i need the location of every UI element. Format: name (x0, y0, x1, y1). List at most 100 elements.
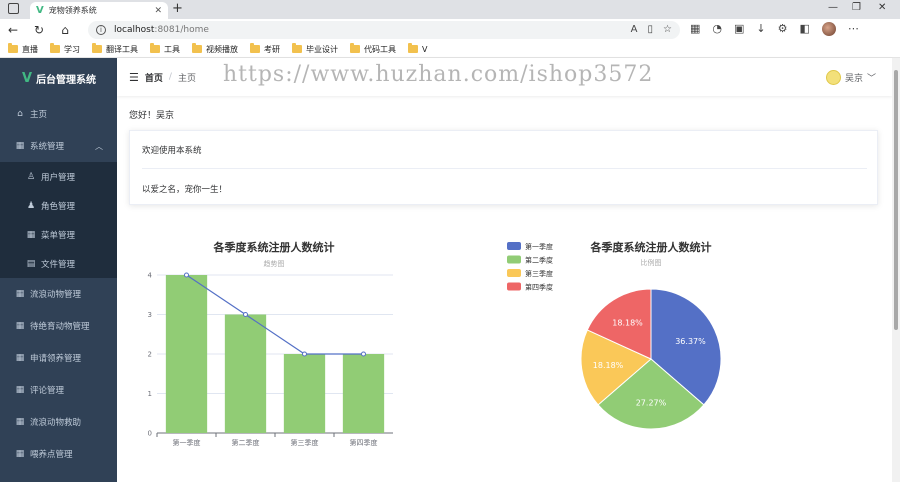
sidebar-item-label: 角色管理 (41, 201, 76, 212)
sidebar-item-menus[interactable]: ▦ 菜单管理 (0, 220, 117, 249)
url-field[interactable]: i localhost:8081/home A ▯ ☆ (88, 21, 680, 39)
user-dropdown[interactable]: 吴京 ﹀ (825, 70, 876, 85)
scrollbar-thumb[interactable] (894, 70, 898, 330)
avatar (825, 70, 841, 85)
bookmark-folder[interactable]: 毕业设计 (292, 43, 338, 55)
grid-icon: ▦ (15, 141, 25, 151)
line-point[interactable] (302, 351, 307, 357)
sidebar-item-label: 用户管理 (41, 172, 76, 183)
copilot-icon[interactable]: ◧ (800, 22, 810, 36)
minimize-icon[interactable]: — (828, 2, 838, 13)
browser-tab[interactable]: V 宠物领养系统 ✕ (30, 2, 168, 19)
extension-icon[interactable]: ◔ (712, 22, 722, 36)
bookmark-label: 工具 (164, 44, 180, 54)
performance-icon[interactable]: ⚙ (778, 22, 788, 36)
window-close-icon[interactable]: ✕ (878, 2, 886, 13)
bookmark-folder[interactable]: 考研 (250, 43, 280, 55)
sidebar-item-label: 流浪动物管理 (30, 290, 82, 300)
legend-swatch[interactable] (507, 255, 521, 264)
watermark: https://www.huzhan.com/ishop3572 (223, 62, 654, 87)
sidebar-item-users[interactable]: ♙ 用户管理 (0, 162, 117, 191)
bookmark-folder[interactable]: 代码工具 (350, 43, 396, 55)
sidebar-item-stray-animals[interactable]: ▦ 流浪动物管理 (0, 278, 117, 310)
y-tick-label: 1 (148, 390, 152, 398)
legend-swatch[interactable] (507, 282, 521, 291)
legend-label[interactable]: 第二季度 (525, 256, 553, 265)
reader-icon[interactable]: ▯ (648, 24, 654, 35)
legend-swatch[interactable] (507, 269, 521, 277)
favorite-icon[interactable]: ☆ (663, 24, 672, 35)
x-tick-label: 第三季度 (291, 438, 319, 447)
sidebar-item-files[interactable]: ▤ 文件管理 (0, 249, 117, 278)
sidebar-item-rescue[interactable]: ▦ 流浪动物救助 (0, 406, 117, 438)
bar[interactable] (342, 354, 385, 433)
more-icon[interactable]: ⋯ (848, 22, 859, 36)
grid-icon: ▦ (15, 385, 25, 395)
bookmark-folder[interactable]: V (408, 43, 428, 54)
chart-title: 各季度系统注册人数统计 (213, 240, 335, 254)
sidebar-item-system[interactable]: ▦ 系统管理 ︿ (0, 130, 117, 162)
sidebar-item-comments[interactable]: ▦ 评论管理 (0, 374, 117, 406)
breadcrumb-home[interactable]: 首页 (145, 71, 163, 84)
breadcrumb-current: 主页 (177, 73, 196, 84)
browser-tab-bar: V 宠物领养系统 ✕ + — ❐ ✕ (0, 0, 900, 19)
profile-avatar[interactable] (821, 22, 836, 36)
info-icon[interactable]: i (96, 25, 106, 35)
grid-icon: ▦ (15, 321, 25, 331)
folder-icon (50, 43, 60, 53)
sidebar-submenu-system: ♙ 用户管理 ♟ 角色管理 ▦ 菜单管理 ▤ 文件管理 (0, 162, 117, 278)
pie-chart: 第一季度第二季度第三季度第四季度 各季度系统注册人数统计比例图 36.37% 27.2… (507, 240, 722, 430)
read-aloud-icon[interactable]: A (631, 24, 638, 35)
legend-swatch[interactable] (507, 242, 521, 250)
top-header: ☰ 首页 / 主页 https://www.huzhan.com/ishop35… (117, 58, 892, 96)
back-icon[interactable]: ← (0, 23, 26, 37)
document-icon: ▤ (26, 258, 36, 269)
menu-toggle-icon[interactable]: ☰ (129, 71, 139, 84)
bookmark-label: 翻译工具 (106, 44, 138, 54)
download-icon[interactable]: ↓ (756, 22, 765, 36)
new-tab-icon[interactable]: + (172, 1, 183, 16)
chart-subtitle: 趋势图 (264, 259, 285, 268)
sidebar-item-adoption[interactable]: ▦ 申请领养管理 (0, 342, 117, 374)
bar[interactable] (224, 314, 267, 434)
home-browser-icon[interactable]: ⌂ (52, 23, 78, 37)
legend-label[interactable]: 第三季度 (525, 269, 553, 278)
y-tick-label: 0 (148, 430, 152, 438)
legend-label[interactable]: 第四季度 (525, 283, 553, 292)
bookmark-folder[interactable]: 工具 (150, 43, 180, 55)
close-icon[interactable]: ✕ (154, 6, 162, 16)
y-tick-label: 3 (148, 311, 152, 319)
bar[interactable] (283, 354, 326, 433)
line-point[interactable] (243, 312, 248, 317)
legend-label[interactable]: 第一季度 (525, 242, 553, 251)
sidebar-item-roles[interactable]: ♟ 角色管理 (0, 191, 117, 220)
sidebar-item-label: 待绝育动物管理 (30, 322, 90, 332)
sidebar-item-label: 喂养点管理 (30, 450, 73, 460)
page-scrollbar[interactable] (892, 58, 900, 482)
maximize-icon[interactable]: ❐ (852, 2, 861, 13)
grid-icon: ▦ (26, 229, 36, 240)
home-icon: ⌂ (17, 109, 23, 119)
user-name: 吴京 (844, 74, 863, 84)
card-body: 以爱之名，宠你一生！ (142, 185, 228, 195)
sidebar-item-sterilization[interactable]: ▦ 待绝育动物管理 (0, 310, 117, 342)
bookmark-folder[interactable]: 视频播放 (192, 43, 238, 55)
bookmark-folder[interactable]: 直播 (8, 43, 38, 55)
bookmark-label: V (422, 44, 428, 54)
sidebar-item-label: 申请领养管理 (30, 354, 82, 364)
x-tick-label: 第二季度 (232, 438, 260, 447)
refresh-icon[interactable]: ↻ (26, 23, 52, 37)
tab-title: 宠物领养系统 (48, 6, 97, 15)
bookmark-folder[interactable]: 学习 (50, 43, 80, 55)
puzzle-icon[interactable]: ▣ (734, 22, 744, 36)
folder-icon (408, 43, 418, 53)
sidebar-item-home[interactable]: ⌂ 主页 (0, 98, 117, 130)
line-point[interactable] (361, 351, 366, 357)
welcome-card: 欢迎使用本系统 以爱之名，宠你一生！ (129, 130, 878, 205)
bar[interactable] (165, 275, 208, 433)
line-point[interactable] (184, 272, 189, 278)
collections-icon[interactable]: ▦ (690, 22, 700, 36)
bookmark-folder[interactable]: 翻译工具 (92, 43, 138, 55)
sidebar-item-feeding[interactable]: ▦ 喂养点管理 (0, 438, 117, 470)
tab-actions-icon[interactable] (8, 3, 19, 14)
